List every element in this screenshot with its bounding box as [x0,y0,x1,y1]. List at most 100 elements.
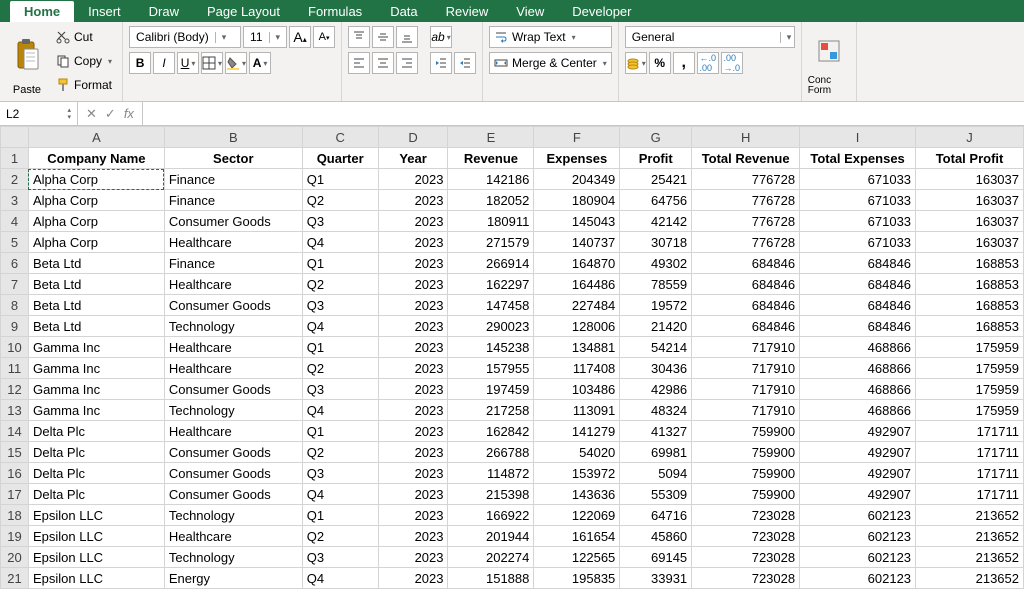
cell[interactable]: 168853 [916,253,1024,274]
cell[interactable]: Finance [164,253,302,274]
cell[interactable]: 2023 [378,169,448,190]
cell[interactable]: 684846 [800,253,916,274]
cell[interactable]: 134881 [534,337,620,358]
decrease-font-button[interactable]: A▾ [313,26,335,48]
cell[interactable]: 171711 [916,421,1024,442]
cell[interactable]: Beta Ltd [28,295,164,316]
italic-button[interactable]: I [153,52,175,74]
col-header[interactable]: C [302,127,378,148]
cell[interactable]: 21420 [620,316,692,337]
col-header[interactable]: G [620,127,692,148]
cell[interactable]: Q2 [302,274,378,295]
cell[interactable]: 145043 [534,211,620,232]
cell[interactable]: 163037 [916,232,1024,253]
cell[interactable]: 175959 [916,337,1024,358]
cell[interactable]: 759900 [692,442,800,463]
cell[interactable]: Q1 [302,421,378,442]
cell[interactable]: 2023 [378,484,448,505]
cell[interactable]: 180911 [448,211,534,232]
cell[interactable]: 168853 [916,316,1024,337]
enter-icon[interactable]: ✓ [105,106,116,122]
cell[interactable]: 168853 [916,295,1024,316]
cell[interactable]: 671033 [800,232,916,253]
cell[interactable]: 202274 [448,547,534,568]
cell[interactable]: 42142 [620,211,692,232]
row-header[interactable]: 19 [1,526,29,547]
cell[interactable]: 684846 [692,295,800,316]
header-cell[interactable]: Profit [620,148,692,169]
col-header[interactable]: J [916,127,1024,148]
cell[interactable]: 723028 [692,526,800,547]
cell[interactable]: 2023 [378,358,448,379]
row-header[interactable]: 2 [1,169,29,190]
cell[interactable]: 271579 [448,232,534,253]
cell[interactable]: 175959 [916,400,1024,421]
cell[interactable]: 171711 [916,463,1024,484]
col-header[interactable]: H [692,127,800,148]
cell[interactable]: 602123 [800,547,916,568]
cell[interactable]: Q2 [302,358,378,379]
cell[interactable]: 671033 [800,169,916,190]
cell[interactable]: Energy [164,568,302,589]
cell[interactable]: 671033 [800,211,916,232]
cell[interactable]: Delta Plc [28,484,164,505]
cell[interactable]: 54020 [534,442,620,463]
cell[interactable]: 2023 [378,295,448,316]
increase-font-button[interactable]: A▴ [289,26,311,48]
align-right-button[interactable] [396,52,418,74]
cell[interactable]: 195835 [534,568,620,589]
row-header[interactable]: 21 [1,568,29,589]
merge-center-button[interactable]: Merge & Center ▾ [489,52,612,74]
cell[interactable]: 141279 [534,421,620,442]
cell[interactable]: Alpha Corp [28,169,164,190]
cell[interactable]: 140737 [534,232,620,253]
comma-format-button[interactable]: , [673,52,695,74]
cell[interactable]: 204349 [534,169,620,190]
cell[interactable]: Epsilon LLC [28,568,164,589]
cell[interactable]: Q2 [302,526,378,547]
align-left-button[interactable] [348,52,370,74]
cell[interactable]: 143636 [534,484,620,505]
cell[interactable]: Epsilon LLC [28,505,164,526]
cell[interactable]: 78559 [620,274,692,295]
header-cell[interactable]: Year [378,148,448,169]
cell[interactable]: 162297 [448,274,534,295]
tab-page-layout[interactable]: Page Layout [193,1,294,22]
cell[interactable]: Q4 [302,400,378,421]
cell[interactable]: 227484 [534,295,620,316]
row-header[interactable]: 17 [1,484,29,505]
cell[interactable]: 2023 [378,211,448,232]
cell[interactable]: Q4 [302,232,378,253]
cell[interactable]: Epsilon LLC [28,526,164,547]
cell[interactable]: Beta Ltd [28,274,164,295]
header-cell[interactable]: Quarter [302,148,378,169]
cell[interactable]: Q3 [302,463,378,484]
cell[interactable]: 168853 [916,274,1024,295]
cell[interactable]: 197459 [448,379,534,400]
cell[interactable]: 113091 [534,400,620,421]
cell[interactable]: Alpha Corp [28,190,164,211]
cell[interactable]: 30718 [620,232,692,253]
cell[interactable]: 266788 [448,442,534,463]
align-top-button[interactable] [348,26,370,48]
cell[interactable]: 717910 [692,358,800,379]
cell[interactable]: 161654 [534,526,620,547]
cell[interactable]: 122069 [534,505,620,526]
cell[interactable]: 684846 [692,253,800,274]
cell[interactable]: 151888 [448,568,534,589]
cell[interactable]: 684846 [800,316,916,337]
cell[interactable]: 2023 [378,421,448,442]
cell[interactable]: 684846 [800,274,916,295]
cell[interactable]: 145238 [448,337,534,358]
tab-data[interactable]: Data [376,1,431,22]
cell[interactable]: 2023 [378,568,448,589]
accounting-format-button[interactable]: ▾ [625,52,647,74]
cell[interactable]: 42986 [620,379,692,400]
row-header[interactable]: 10 [1,337,29,358]
cell[interactable]: 213652 [916,505,1024,526]
cell[interactable]: 162842 [448,421,534,442]
cell[interactable]: 55309 [620,484,692,505]
cell[interactable]: 142186 [448,169,534,190]
cell[interactable]: 122565 [534,547,620,568]
cell[interactable]: 48324 [620,400,692,421]
